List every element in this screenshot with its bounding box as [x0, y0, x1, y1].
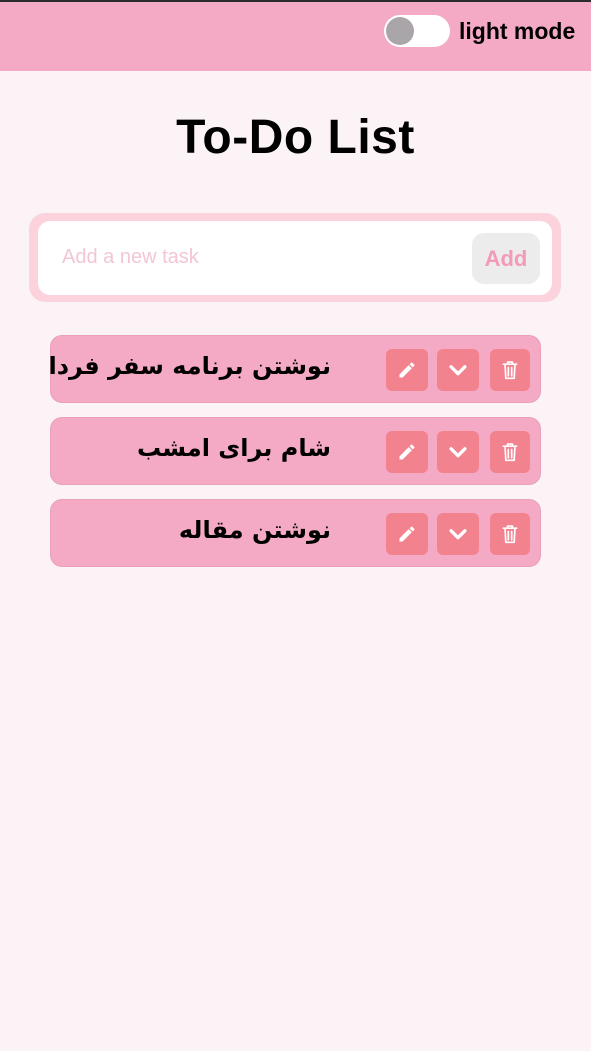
edit-task-button[interactable]: [386, 349, 428, 391]
complete-task-button[interactable]: [437, 431, 479, 473]
pencil-icon: [399, 362, 415, 378]
task-text: شام برای امشب: [137, 434, 331, 462]
page-title: To-Do List: [176, 111, 415, 164]
delete-task-button[interactable]: [490, 349, 530, 391]
task-item: نوشتن مقاله: [50, 499, 541, 567]
task-list: نوشتن برنامه سفر فردا شام برای امشب نوشت…: [48, 335, 541, 581]
chevron-down-icon: [449, 365, 467, 376]
trash-icon: [502, 361, 518, 380]
trash-icon: [502, 443, 518, 462]
task-text: نوشتن مقاله: [178, 516, 331, 544]
chevron-down-icon: [449, 447, 467, 458]
edit-task-button[interactable]: [386, 513, 428, 555]
delete-task-button[interactable]: [490, 513, 530, 555]
task-item: شام برای امشب: [50, 417, 541, 485]
new-task-form: Add: [29, 213, 561, 302]
task-text: نوشتن برنامه سفر فردا: [48, 352, 332, 380]
new-task-box: Add: [38, 221, 552, 295]
edit-task-button[interactable]: [386, 431, 428, 473]
chevron-down-icon: [449, 529, 467, 540]
trash-icon: [502, 525, 518, 544]
top-bar: light mode: [0, 0, 591, 71]
delete-task-button[interactable]: [490, 431, 530, 473]
add-task-button[interactable]: Add: [472, 233, 540, 284]
theme-toggle[interactable]: [384, 15, 450, 47]
complete-task-button[interactable]: [437, 513, 479, 555]
new-task-input[interactable]: [52, 239, 472, 275]
complete-task-button[interactable]: [437, 349, 479, 391]
pencil-icon: [399, 526, 415, 542]
mode-label: light mode: [459, 18, 576, 44]
pencil-icon: [399, 444, 415, 460]
task-item: نوشتن برنامه سفر فردا: [48, 335, 541, 403]
toggle-knob[interactable]: [386, 17, 414, 45]
